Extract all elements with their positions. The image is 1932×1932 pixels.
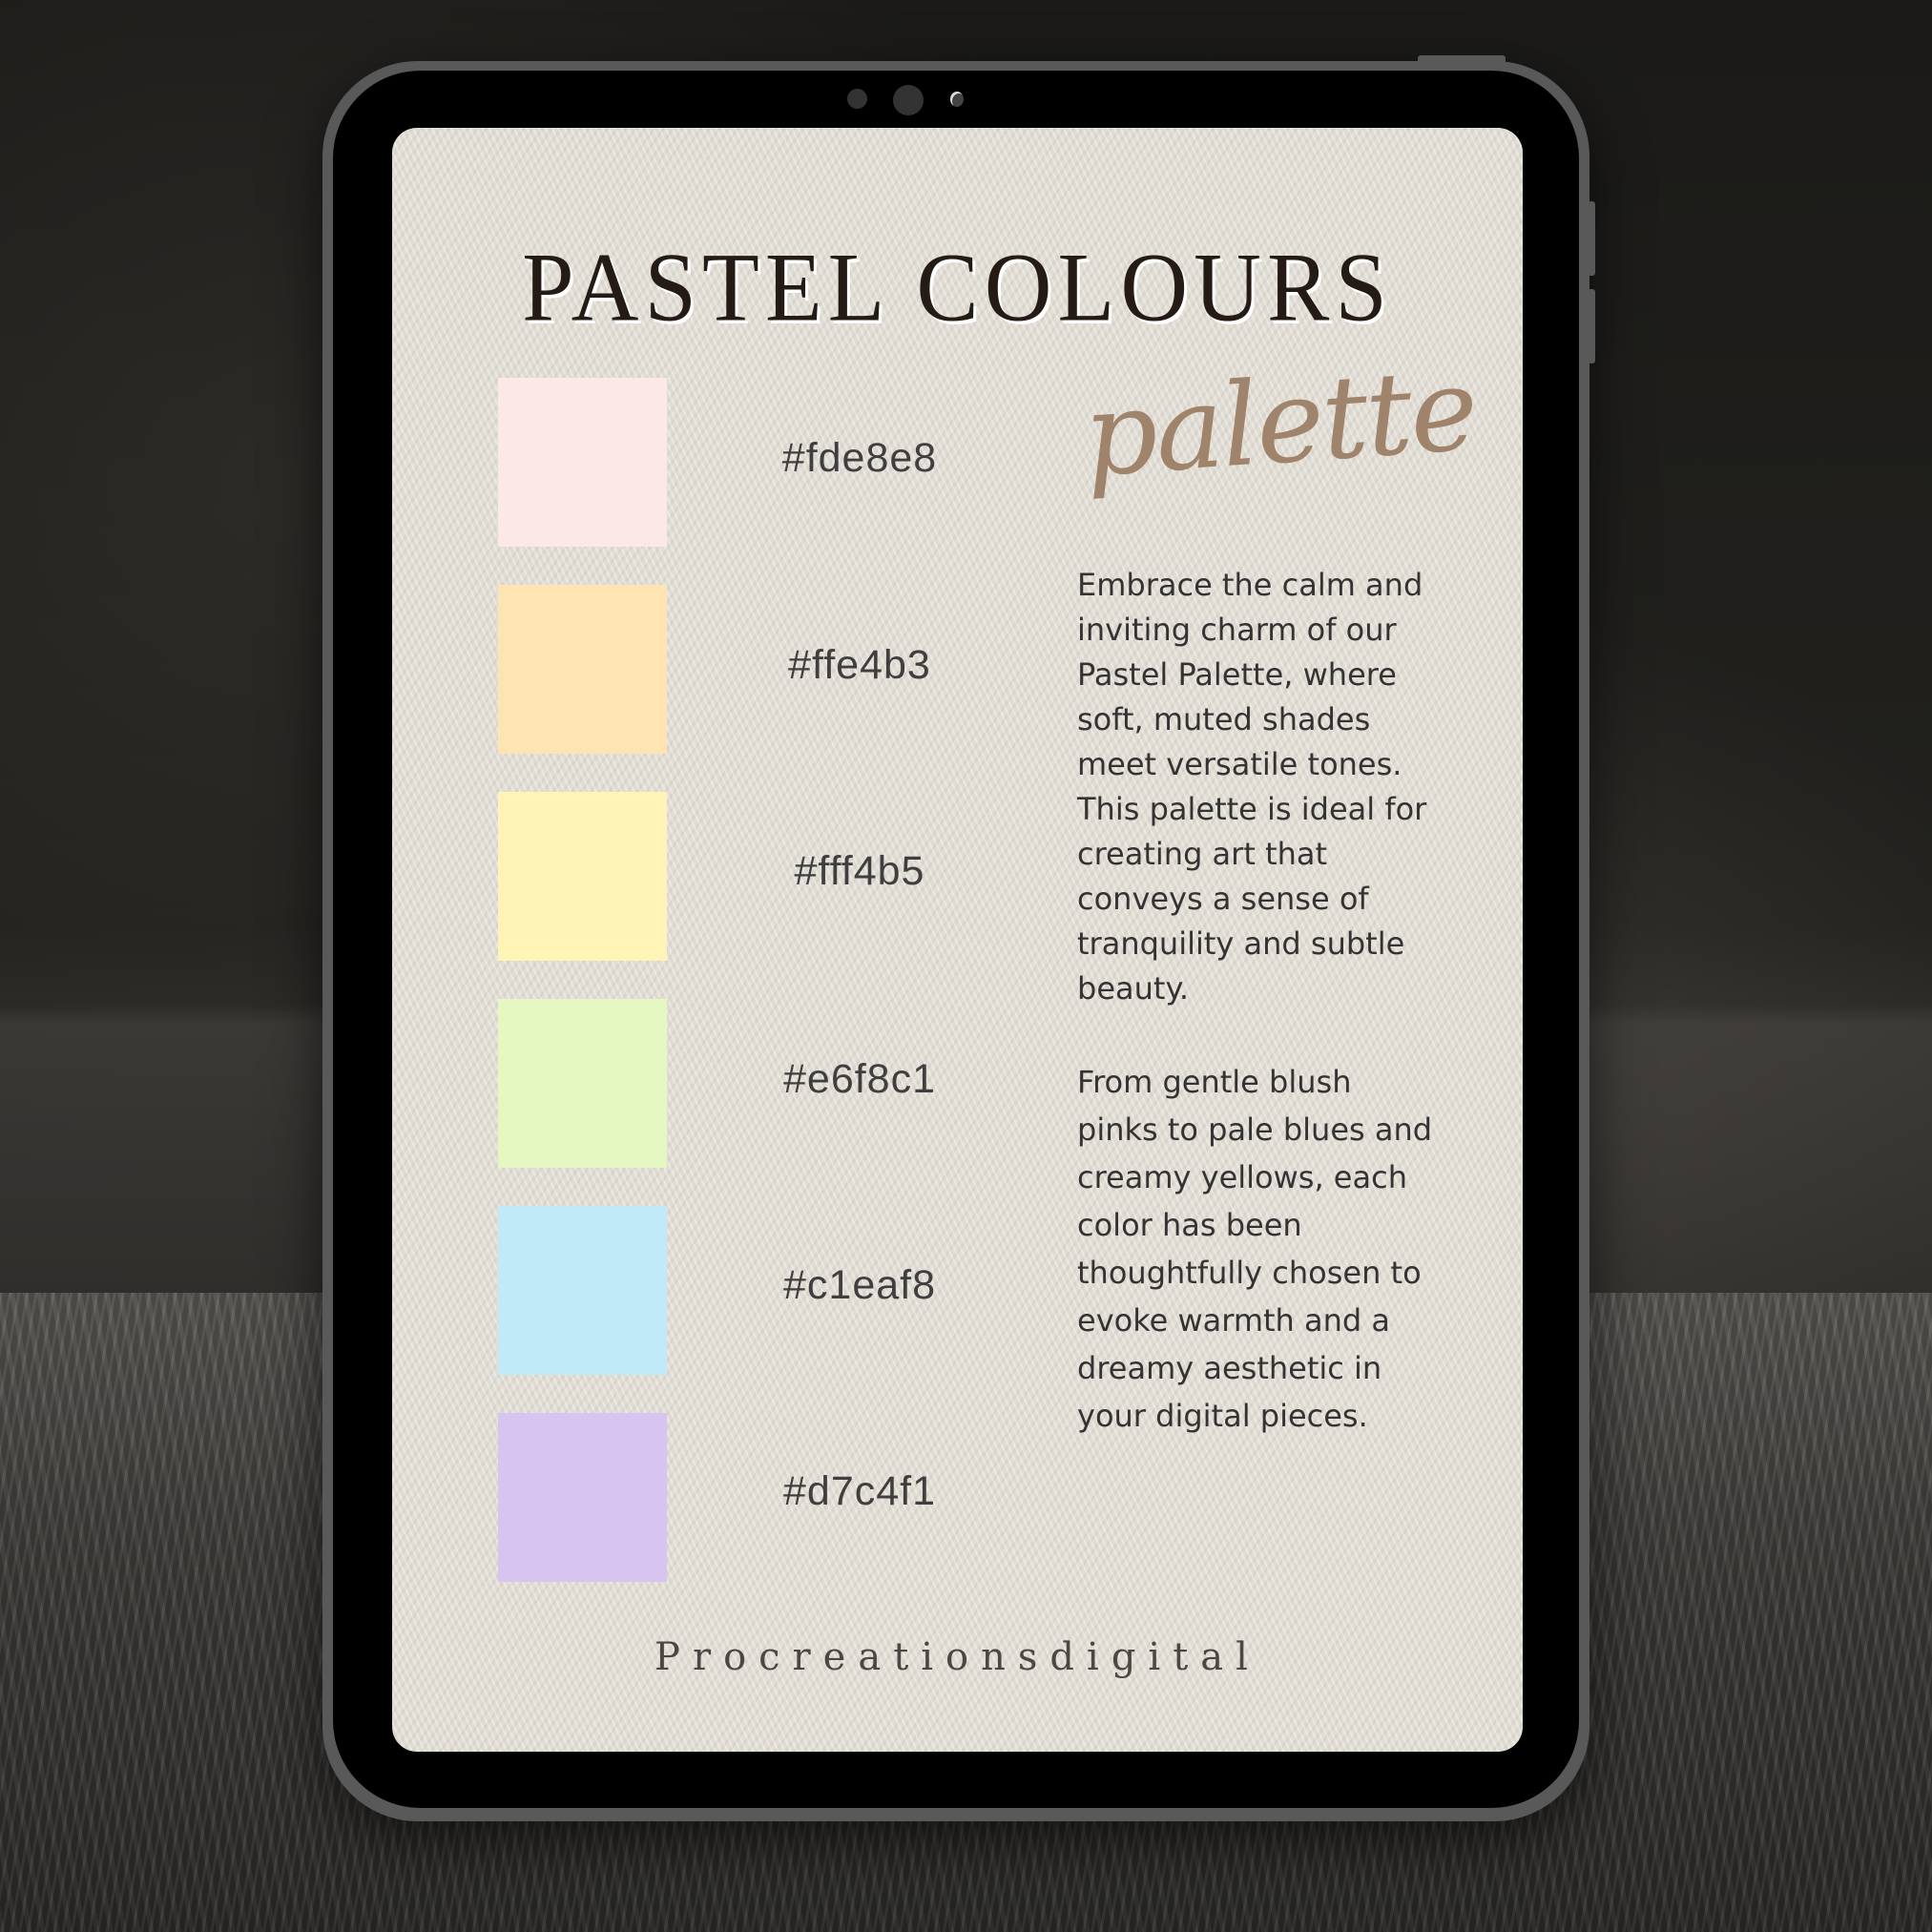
- description-paragraph-2: From gentle blush pinks to pale blues an…: [1077, 1064, 1433, 1434]
- script-subtitle: palette: [1079, 343, 1481, 504]
- volume-down-button: [1588, 289, 1595, 364]
- color-swatch-2: [498, 585, 667, 754]
- flash-icon: [950, 92, 964, 107]
- swatch-hex-label-2: #ffe4b3: [788, 642, 931, 688]
- swatch-hex-label-6: #d7c4f1: [782, 1468, 937, 1514]
- tablet-screen: PASTEL COLOURS palette #fde8e8 #ffe4b3 #…: [392, 128, 1523, 1752]
- color-swatch-6: [498, 1413, 667, 1582]
- swatch-hex-label-5: #c1eaf8: [782, 1262, 937, 1308]
- volume-up-button: [1588, 201, 1595, 276]
- description-paragraph-1: Embrace the calm and inviting charm of o…: [1077, 567, 1427, 1007]
- page-title: PASTEL COLOURS: [522, 234, 1393, 343]
- swatch-hex-label-4: #e6f8c1: [782, 1056, 937, 1102]
- color-swatch-3: [498, 792, 667, 961]
- sensor-icon: [847, 89, 867, 109]
- brand-name: Procreationsdigital: [654, 1635, 1260, 1679]
- swatch-hex-label-1: #fde8e8: [781, 435, 938, 481]
- camera-icon: [893, 85, 924, 115]
- color-swatch-5: [498, 1206, 667, 1375]
- top-button: [1418, 55, 1506, 65]
- color-swatch-4: [498, 999, 667, 1168]
- color-swatch-1: [498, 378, 667, 547]
- swatch-hex-label-3: #fff4b5: [794, 848, 925, 894]
